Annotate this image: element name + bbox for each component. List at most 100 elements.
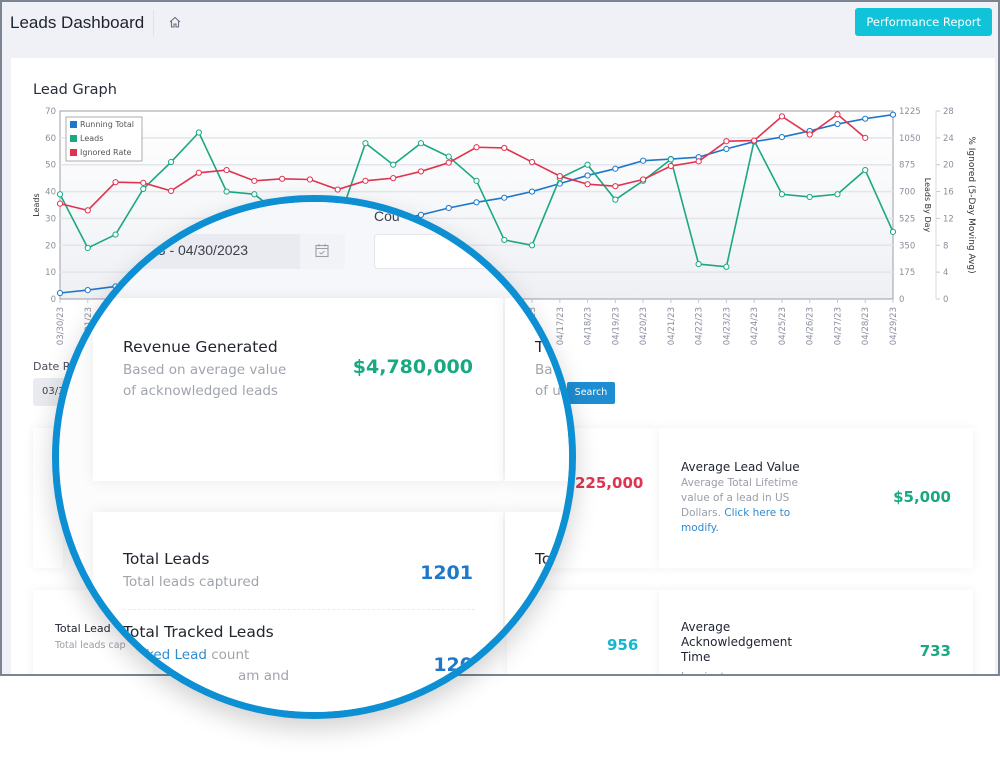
data-point-ignored-rate xyxy=(501,144,508,152)
magnifier-lens: 23 - 04/30/2023 Cou Revenue Generated Ba… xyxy=(52,195,576,719)
data-point-ignored-rate xyxy=(806,131,813,138)
data-point-leads xyxy=(140,185,147,192)
x-tick-label: 04/23/23 xyxy=(722,307,732,345)
y-right1-tick-label: 0 xyxy=(899,295,904,305)
y-right2-tick-label: 16 xyxy=(943,188,954,198)
data-point-ignored-rate xyxy=(584,181,591,188)
modify-link-2[interactable]: modify. xyxy=(681,521,831,536)
avg-ack-time-title-3: Time xyxy=(681,650,711,664)
avg-ack-time-title-2: Acknowledgement xyxy=(681,635,793,649)
data-point-ignored-rate xyxy=(723,138,730,145)
x-tick-label: 04/24/23 xyxy=(750,307,760,345)
data-point-ignored-rate xyxy=(528,158,536,166)
home-icon[interactable] xyxy=(168,15,182,29)
legend-label: Ignored Rate xyxy=(80,148,131,157)
x-tick-label: 04/22/23 xyxy=(695,307,705,345)
second-card-subtitle: Ba of u xyxy=(535,360,561,402)
avg-ack-time-subtitle: In minutes xyxy=(681,670,737,674)
y-left-tick-label: 0 xyxy=(51,295,56,305)
data-point-ignored-rate xyxy=(445,159,452,166)
total-leads-subtitle: Total leads captured xyxy=(123,574,260,590)
modify-link[interactable]: Click here to xyxy=(724,507,790,519)
avg-ack-time-card: Average Acknowledgement Time In minutes … xyxy=(659,590,973,674)
x-tick-label: 04/18/23 xyxy=(584,307,594,345)
y-right1-tick-label: 875 xyxy=(899,161,915,171)
data-point-leads xyxy=(56,191,64,198)
data-point-ignored-rate xyxy=(612,183,619,190)
revenue-title: Revenue Generated xyxy=(123,338,278,356)
data-point-running-total xyxy=(834,120,841,128)
data-point-ignored-rate xyxy=(834,111,841,118)
y-right2-tick-label: 24 xyxy=(943,134,954,144)
tracked-sub-rest: count xyxy=(206,647,250,663)
data-point-ignored-rate xyxy=(778,113,786,120)
avg-lead-value-card: Average Lead Value Average Total Lifetim… xyxy=(659,428,973,568)
middle-card-value: 956 xyxy=(607,636,639,654)
top-bar: Leads Dashboard Performance Report xyxy=(2,2,998,46)
data-point-ignored-rate xyxy=(751,137,758,144)
x-tick-label: 04/28/23 xyxy=(861,307,871,345)
revenue-value: $4,780,000 xyxy=(352,356,473,378)
middle-card-title: To xyxy=(535,550,552,568)
data-point-ignored-rate xyxy=(695,158,702,165)
second-card-value: 225,000 xyxy=(575,474,644,492)
legend-swatch xyxy=(70,121,77,128)
total-leads-value: 1201 xyxy=(420,562,473,584)
y-left-tick-label: 40 xyxy=(45,188,56,198)
avg-ack-time-title-1: Average xyxy=(681,620,731,634)
avg-lead-value-sub-2: value of a lead in US xyxy=(681,492,790,504)
y-left-tick-label: 50 xyxy=(45,161,56,171)
data-point-leads xyxy=(612,196,619,203)
data-point-ignored-rate xyxy=(640,176,647,183)
search-button[interactable]: Search xyxy=(567,382,615,404)
avg-lead-value-title: Average Lead Value xyxy=(681,460,800,474)
lead-graph-title: Lead Graph xyxy=(33,82,117,98)
x-tick-label: 04/20/23 xyxy=(639,307,649,345)
calendar-icon xyxy=(315,244,329,258)
data-point-running-total xyxy=(862,115,869,122)
x-tick-label: 04/21/23 xyxy=(667,307,677,345)
data-point-ignored-rate xyxy=(334,186,341,193)
data-point-running-total xyxy=(501,194,508,201)
y-right1-axis-title: Leads By Day xyxy=(923,178,932,233)
legend-label: Leads xyxy=(80,134,103,143)
y-left-tick-label: 10 xyxy=(45,268,56,278)
data-point-running-total xyxy=(889,111,897,118)
data-point-ignored-rate xyxy=(556,173,563,180)
tracked-sub-2: am and xyxy=(238,668,290,684)
total-tracked-leads-title: Total Tracked Leads xyxy=(123,623,274,641)
data-point-leads xyxy=(778,191,786,198)
data-point-leads xyxy=(223,188,230,195)
y-right2-tick-label: 0 xyxy=(943,295,948,305)
second-card-sub-1: Ba xyxy=(535,362,553,378)
performance-report-button[interactable]: Performance Report xyxy=(855,8,992,36)
data-point-ignored-rate xyxy=(667,162,674,170)
tracked-lead-link[interactable]: ked Lead xyxy=(123,647,207,663)
data-point-ignored-rate xyxy=(362,177,369,184)
revenue-sub-1: Based on average value xyxy=(123,362,287,378)
legend-label: Running Total xyxy=(80,120,134,129)
y-left-tick-label: 60 xyxy=(45,134,56,144)
y-right2-tick-label: 12 xyxy=(943,214,954,224)
count-input[interactable] xyxy=(374,234,569,269)
x-tick-label: 04/25/23 xyxy=(778,307,788,345)
data-point-ignored-rate xyxy=(140,179,147,186)
card-divider xyxy=(123,609,475,610)
data-point-running-total xyxy=(612,165,619,172)
y-right2-tick-label: 20 xyxy=(943,161,954,171)
data-point-leads xyxy=(362,140,369,147)
avg-ack-time-title: Average Acknowledgement Time xyxy=(681,620,792,665)
data-point-leads xyxy=(251,191,258,198)
y-right1-tick-label: 1225 xyxy=(899,107,921,117)
page-title: Leads Dashboard xyxy=(10,13,145,32)
avg-lead-value-sub-1: Average Total Lifetime xyxy=(681,477,798,489)
data-point-ignored-rate xyxy=(473,144,480,151)
data-point-ignored-rate xyxy=(251,177,258,184)
y-right1-tick-label: 175 xyxy=(899,268,915,278)
data-point-running-total xyxy=(723,145,730,153)
data-point-leads xyxy=(667,156,674,163)
data-point-ignored-rate xyxy=(306,176,313,183)
data-point-running-total xyxy=(584,172,591,179)
data-point-leads xyxy=(473,177,480,184)
y-left-tick-label: 20 xyxy=(45,241,56,251)
